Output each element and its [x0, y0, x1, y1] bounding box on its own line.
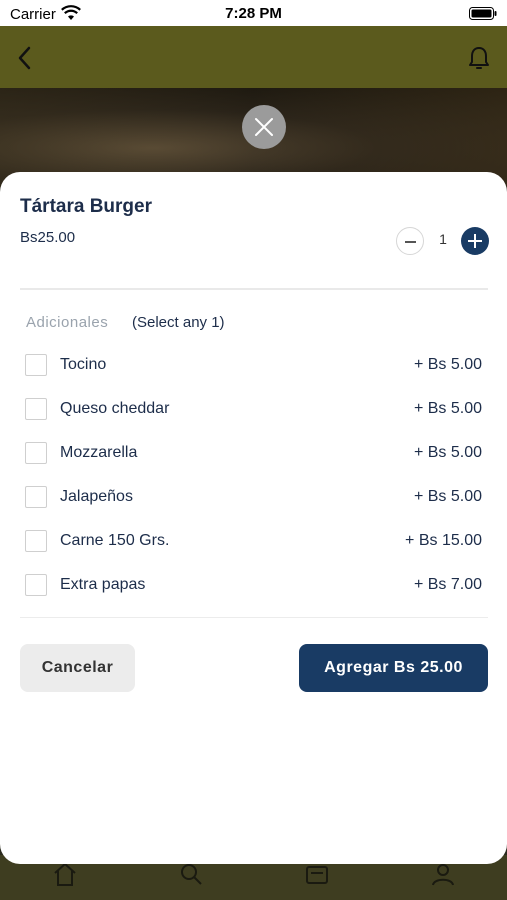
addon-checkbox[interactable]	[25, 530, 47, 552]
bell-icon[interactable]	[467, 44, 491, 72]
minus-icon	[405, 241, 416, 243]
addon-price: + Bs 5.00	[413, 488, 482, 505]
addon-option[interactable]: Queso cheddar + Bs 5.00	[0, 398, 507, 442]
quantity-value: 1	[439, 231, 447, 247]
addon-label: Tocino	[60, 356, 107, 373]
addon-checkbox[interactable]	[25, 442, 47, 464]
quantity-increase-button[interactable]	[461, 227, 489, 255]
addons-title: Adicionales	[26, 314, 109, 331]
addon-option[interactable]: Tocino + Bs 5.00	[0, 354, 507, 398]
addons-hint: (Select any 1)	[132, 314, 225, 331]
close-modal-button[interactable]	[242, 105, 286, 149]
close-icon	[255, 118, 273, 136]
back-icon[interactable]	[14, 44, 36, 72]
addon-checkbox[interactable]	[25, 574, 47, 596]
addon-price: + Bs 7.00	[413, 576, 482, 593]
app-header	[0, 26, 507, 88]
addon-label: Queso cheddar	[60, 400, 170, 417]
battery-icon	[469, 7, 497, 20]
add-to-cart-button[interactable]: Agregar Bs 25.00	[299, 644, 488, 692]
addon-option[interactable]: Carne 150 Grs. + Bs 15.00	[0, 530, 507, 574]
addon-price: + Bs 5.00	[413, 444, 482, 461]
addon-label: Jalapeños	[60, 488, 133, 505]
divider	[20, 617, 488, 618]
addon-checkbox[interactable]	[25, 486, 47, 508]
clock: 7:28 PM	[225, 5, 282, 22]
addon-label: Carne 150 Grs.	[60, 532, 170, 549]
addon-checkbox[interactable]	[25, 354, 47, 376]
addon-option[interactable]: Extra papas + Bs 7.00	[0, 574, 507, 618]
product-name: Tártara Burger	[20, 196, 152, 217]
addon-price: + Bs 5.00	[413, 400, 482, 417]
divider	[20, 288, 488, 290]
addon-label: Extra papas	[60, 576, 146, 593]
addon-option[interactable]: Mozzarella + Bs 5.00	[0, 442, 507, 486]
profile-icon[interactable]	[430, 861, 456, 887]
cancel-button[interactable]: Cancelar	[20, 644, 135, 692]
addon-price: + Bs 15.00	[405, 532, 482, 549]
addon-option[interactable]: Jalapeños + Bs 5.00	[0, 486, 507, 530]
status-bar: Carrier 7:28 PM	[0, 0, 507, 26]
addon-price: + Bs 5.00	[413, 356, 482, 373]
home-icon[interactable]	[52, 861, 78, 887]
orders-icon[interactable]	[304, 861, 330, 887]
addon-label: Mozzarella	[60, 444, 138, 461]
quantity-decrease-button[interactable]	[396, 227, 424, 255]
product-price: Bs25.00	[20, 229, 76, 246]
product-options-sheet: Tártara Burger Bs25.00 1 Adicionales (Se…	[0, 172, 507, 864]
search-icon[interactable]	[178, 861, 204, 887]
addon-checkbox[interactable]	[25, 398, 47, 420]
